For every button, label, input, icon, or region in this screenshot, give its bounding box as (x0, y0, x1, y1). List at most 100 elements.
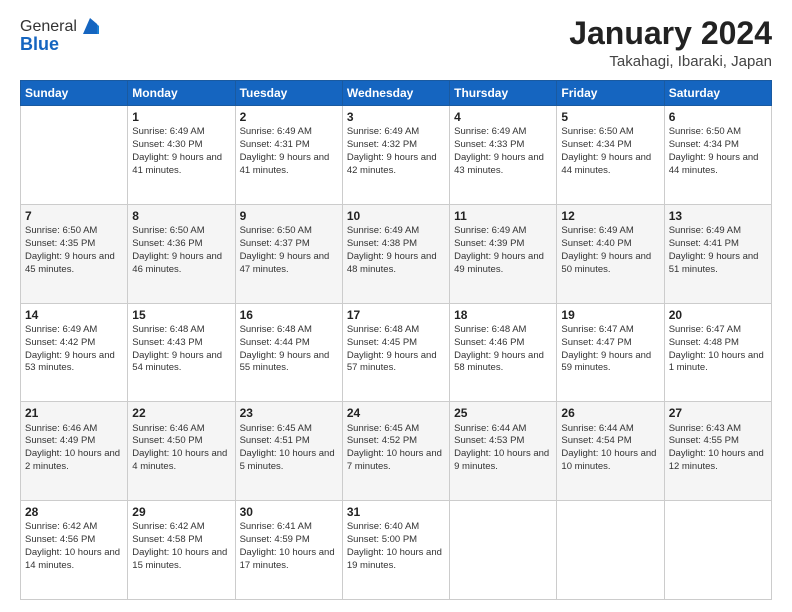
table-row (557, 501, 664, 600)
day-info: Sunrise: 6:48 AMSunset: 4:44 PMDaylight:… (240, 324, 338, 375)
day-number: 28 (25, 504, 123, 520)
table-row (21, 106, 128, 205)
day-number: 31 (347, 504, 445, 520)
day-info: Sunrise: 6:42 AMSunset: 4:58 PMDaylight:… (132, 521, 230, 572)
table-row: 3Sunrise: 6:49 AMSunset: 4:32 PMDaylight… (342, 106, 449, 205)
day-info: Sunrise: 6:50 AMSunset: 4:34 PMDaylight:… (669, 126, 767, 177)
day-number: 26 (561, 405, 659, 421)
day-info: Sunrise: 6:49 AMSunset: 4:30 PMDaylight:… (132, 126, 230, 177)
table-row: 11Sunrise: 6:49 AMSunset: 4:39 PMDayligh… (450, 204, 557, 303)
day-info: Sunrise: 6:49 AMSunset: 4:42 PMDaylight:… (25, 324, 123, 375)
day-number: 9 (240, 208, 338, 224)
day-number: 8 (132, 208, 230, 224)
day-number: 13 (669, 208, 767, 224)
table-row: 7Sunrise: 6:50 AMSunset: 4:35 PMDaylight… (21, 204, 128, 303)
logo: General Blue (20, 16, 101, 55)
logo-icon (79, 16, 101, 38)
day-info: Sunrise: 6:41 AMSunset: 4:59 PMDaylight:… (240, 521, 338, 572)
table-row: 8Sunrise: 6:50 AMSunset: 4:36 PMDaylight… (128, 204, 235, 303)
col-monday: Monday (128, 81, 235, 106)
day-number: 14 (25, 307, 123, 323)
table-row: 18Sunrise: 6:48 AMSunset: 4:46 PMDayligh… (450, 303, 557, 402)
table-row: 1Sunrise: 6:49 AMSunset: 4:30 PMDaylight… (128, 106, 235, 205)
table-row: 17Sunrise: 6:48 AMSunset: 4:45 PMDayligh… (342, 303, 449, 402)
day-number: 29 (132, 504, 230, 520)
day-number: 15 (132, 307, 230, 323)
day-info: Sunrise: 6:49 AMSunset: 4:33 PMDaylight:… (454, 126, 552, 177)
week-row-4: 28Sunrise: 6:42 AMSunset: 4:56 PMDayligh… (21, 501, 772, 600)
day-info: Sunrise: 6:45 AMSunset: 4:51 PMDaylight:… (240, 423, 338, 474)
table-row: 13Sunrise: 6:49 AMSunset: 4:41 PMDayligh… (664, 204, 771, 303)
table-row: 10Sunrise: 6:49 AMSunset: 4:38 PMDayligh… (342, 204, 449, 303)
day-number: 5 (561, 109, 659, 125)
day-info: Sunrise: 6:44 AMSunset: 4:54 PMDaylight:… (561, 423, 659, 474)
day-info: Sunrise: 6:50 AMSunset: 4:34 PMDaylight:… (561, 126, 659, 177)
week-row-2: 14Sunrise: 6:49 AMSunset: 4:42 PMDayligh… (21, 303, 772, 402)
table-row: 5Sunrise: 6:50 AMSunset: 4:34 PMDaylight… (557, 106, 664, 205)
month-title: January 2024 (569, 16, 772, 51)
table-row: 28Sunrise: 6:42 AMSunset: 4:56 PMDayligh… (21, 501, 128, 600)
table-row: 15Sunrise: 6:48 AMSunset: 4:43 PMDayligh… (128, 303, 235, 402)
title-block: January 2024 Takahagi, Ibaraki, Japan (569, 16, 772, 70)
week-row-3: 21Sunrise: 6:46 AMSunset: 4:49 PMDayligh… (21, 402, 772, 501)
calendar-table: Sunday Monday Tuesday Wednesday Thursday… (20, 80, 772, 600)
day-info: Sunrise: 6:45 AMSunset: 4:52 PMDaylight:… (347, 423, 445, 474)
day-number: 11 (454, 208, 552, 224)
location: Takahagi, Ibaraki, Japan (569, 53, 772, 70)
day-info: Sunrise: 6:44 AMSunset: 4:53 PMDaylight:… (454, 423, 552, 474)
table-row: 20Sunrise: 6:47 AMSunset: 4:48 PMDayligh… (664, 303, 771, 402)
table-row: 24 Sunrise: 6:45 AMSunset: 4:52 PMDayligh… (342, 402, 449, 501)
table-row: 9Sunrise: 6:50 AMSunset: 4:37 PMDaylight… (235, 204, 342, 303)
table-row (664, 501, 771, 600)
day-info: Sunrise: 6:47 AMSunset: 4:47 PMDaylight:… (561, 324, 659, 375)
table-row: 4Sunrise: 6:49 AMSunset: 4:33 PMDaylight… (450, 106, 557, 205)
day-number: 3 (347, 109, 445, 125)
day-info: Sunrise: 6:47 AMSunset: 4:48 PMDaylight:… (669, 324, 767, 375)
day-number: 19 (561, 307, 659, 323)
table-row: 31Sunrise: 6:40 AMSunset: 5:00 PMDayligh… (342, 501, 449, 600)
day-info: Sunrise: 6:50 AMSunset: 4:37 PMDaylight:… (240, 225, 338, 276)
table-row: 6Sunrise: 6:50 AMSunset: 4:34 PMDaylight… (664, 106, 771, 205)
table-row: 14Sunrise: 6:49 AMSunset: 4:42 PMDayligh… (21, 303, 128, 402)
col-wednesday: Wednesday (342, 81, 449, 106)
table-row: 26 Sunrise: 6:44 AMSunset: 4:54 PMDayligh… (557, 402, 664, 501)
day-info: Sunrise: 6:49 AMSunset: 4:39 PMDaylight:… (454, 225, 552, 276)
day-info: Sunrise: 6:48 AMSunset: 4:43 PMDaylight:… (132, 324, 230, 375)
day-info: Sunrise: 6:49 AMSunset: 4:38 PMDaylight:… (347, 225, 445, 276)
day-info: Sunrise: 6:48 AMSunset: 4:46 PMDaylight:… (454, 324, 552, 375)
day-info: Sunrise: 6:40 AMSunset: 5:00 PMDaylight:… (347, 521, 445, 572)
day-info: Sunrise: 6:46 AMSunset: 4:49 PMDaylight:… (25, 423, 123, 474)
day-number: 16 (240, 307, 338, 323)
day-info: Sunrise: 6:48 AMSunset: 4:45 PMDaylight:… (347, 324, 445, 375)
day-info: Sunrise: 6:42 AMSunset: 4:56 PMDaylight:… (25, 521, 123, 572)
table-row: 22Sunrise: 6:46 AMSunset: 4:50 PMDayligh… (128, 402, 235, 501)
day-number: 24 (347, 405, 445, 421)
day-number: 27 (669, 405, 767, 421)
page: General Blue January 2024 Takahagi, Ibar… (0, 0, 792, 612)
col-saturday: Saturday (664, 81, 771, 106)
day-number: 12 (561, 208, 659, 224)
table-row: 25Sunrise: 6:44 AMSunset: 4:53 PMDayligh… (450, 402, 557, 501)
table-row (450, 501, 557, 600)
day-info: Sunrise: 6:49 AMSunset: 4:32 PMDaylight:… (347, 126, 445, 177)
col-sunday: Sunday (21, 81, 128, 106)
table-row: 19Sunrise: 6:47 AMSunset: 4:47 PMDayligh… (557, 303, 664, 402)
day-number: 30 (240, 504, 338, 520)
table-row: 23 Sunrise: 6:45 AMSunset: 4:51 PMDayligh… (235, 402, 342, 501)
day-number: 10 (347, 208, 445, 224)
day-info: Sunrise: 6:49 AMSunset: 4:31 PMDaylight:… (240, 126, 338, 177)
day-number: 1 (132, 109, 230, 125)
day-number: 17 (347, 307, 445, 323)
day-number: 4 (454, 109, 552, 125)
col-friday: Friday (557, 81, 664, 106)
day-info: Sunrise: 6:43 AMSunset: 4:55 PMDaylight:… (669, 423, 767, 474)
table-row: 21Sunrise: 6:46 AMSunset: 4:49 PMDayligh… (21, 402, 128, 501)
day-number: 22 (132, 405, 230, 421)
table-row: 30Sunrise: 6:41 AMSunset: 4:59 PMDayligh… (235, 501, 342, 600)
day-number: 23 (240, 405, 338, 421)
header: General Blue January 2024 Takahagi, Ibar… (20, 16, 772, 70)
day-number: 6 (669, 109, 767, 125)
table-row: 12Sunrise: 6:49 AMSunset: 4:40 PMDayligh… (557, 204, 664, 303)
table-row: 2Sunrise: 6:49 AMSunset: 4:31 PMDaylight… (235, 106, 342, 205)
col-tuesday: Tuesday (235, 81, 342, 106)
